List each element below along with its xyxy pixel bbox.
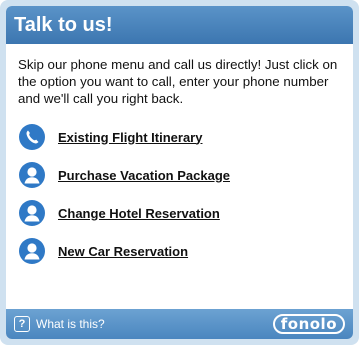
- option-label[interactable]: New Car Reservation: [58, 244, 188, 259]
- intro-text: Skip our phone menu and call us directly…: [18, 57, 338, 106]
- option-label[interactable]: Change Hotel Reservation: [58, 206, 220, 221]
- widget-title: Talk to us!: [14, 13, 113, 36]
- option-label[interactable]: Existing Flight Itinerary: [58, 130, 202, 145]
- person-icon: [19, 238, 45, 264]
- option-purchase-vacation-package[interactable]: Purchase Vacation Package: [18, 159, 341, 191]
- callback-widget: Talk to us! Skip our phone menu and call…: [0, 0, 359, 345]
- widget-panel: Talk to us! Skip our phone menu and call…: [6, 6, 353, 339]
- option-existing-flight-itinerary[interactable]: Existing Flight Itinerary: [18, 121, 341, 153]
- option-new-car-reservation[interactable]: New Car Reservation: [18, 235, 341, 267]
- person-icon: [19, 200, 45, 226]
- option-label[interactable]: Purchase Vacation Package: [58, 168, 230, 183]
- help-icon[interactable]: ?: [14, 316, 30, 332]
- person-icon: [19, 162, 45, 188]
- option-change-hotel-reservation[interactable]: Change Hotel Reservation: [18, 197, 341, 229]
- widget-body: Skip our phone menu and call us directly…: [6, 44, 353, 267]
- widget-footer: ? What is this? fonolo: [6, 309, 353, 339]
- what-is-this-link[interactable]: What is this?: [36, 317, 105, 331]
- phone-icon: [19, 124, 45, 150]
- widget-header: Talk to us!: [6, 6, 353, 44]
- fonolo-logo[interactable]: fonolo: [272, 314, 345, 334]
